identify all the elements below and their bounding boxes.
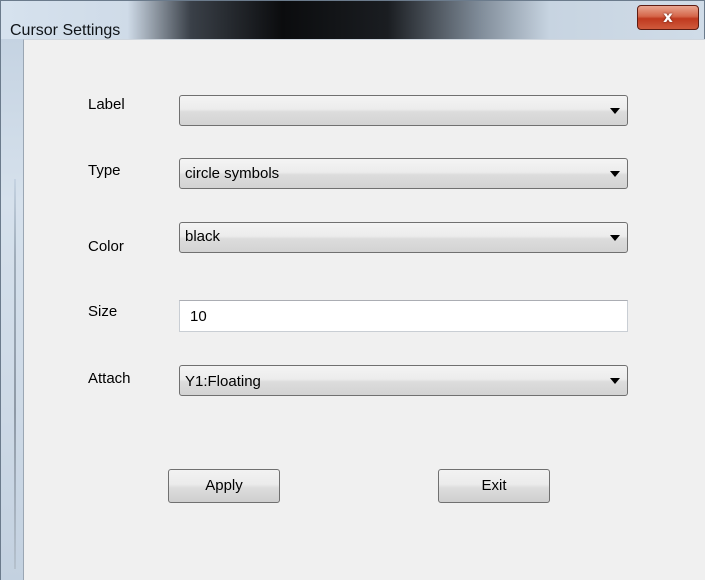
chevron-down-icon: [610, 108, 620, 114]
attach-dropdown-value: Y1:Floating: [185, 373, 261, 390]
title-bar[interactable]: Cursor Settings x: [1, 1, 704, 39]
type-dropdown[interactable]: circle symbols: [179, 158, 628, 189]
size-input[interactable]: [179, 300, 628, 332]
chevron-down-icon: [610, 171, 620, 177]
apply-button[interactable]: Apply: [168, 469, 280, 503]
cursor-settings-window: Cursor Settings x Label Type circle symb…: [0, 0, 705, 580]
color-dropdown-value: black: [185, 228, 221, 245]
color-field-label: Color: [88, 238, 124, 255]
label-dropdown[interactable]: [179, 95, 628, 126]
size-field-label: Size: [88, 303, 118, 320]
label-field-label: Label: [88, 96, 125, 113]
close-button[interactable]: x: [637, 5, 699, 30]
window-left-border: [1, 39, 23, 580]
window-title: Cursor Settings: [10, 22, 121, 39]
type-dropdown-value: circle symbols: [185, 165, 280, 182]
color-dropdown[interactable]: black: [179, 222, 628, 253]
chevron-down-icon: [610, 235, 620, 241]
border-shadow-line: [14, 179, 16, 569]
exit-button[interactable]: Exit: [438, 469, 550, 503]
attach-field-label: Attach: [88, 370, 131, 387]
chevron-down-icon: [610, 378, 620, 384]
attach-dropdown[interactable]: Y1:Floating: [179, 365, 628, 396]
type-field-label: Type: [88, 162, 121, 179]
close-icon: x: [663, 8, 673, 26]
